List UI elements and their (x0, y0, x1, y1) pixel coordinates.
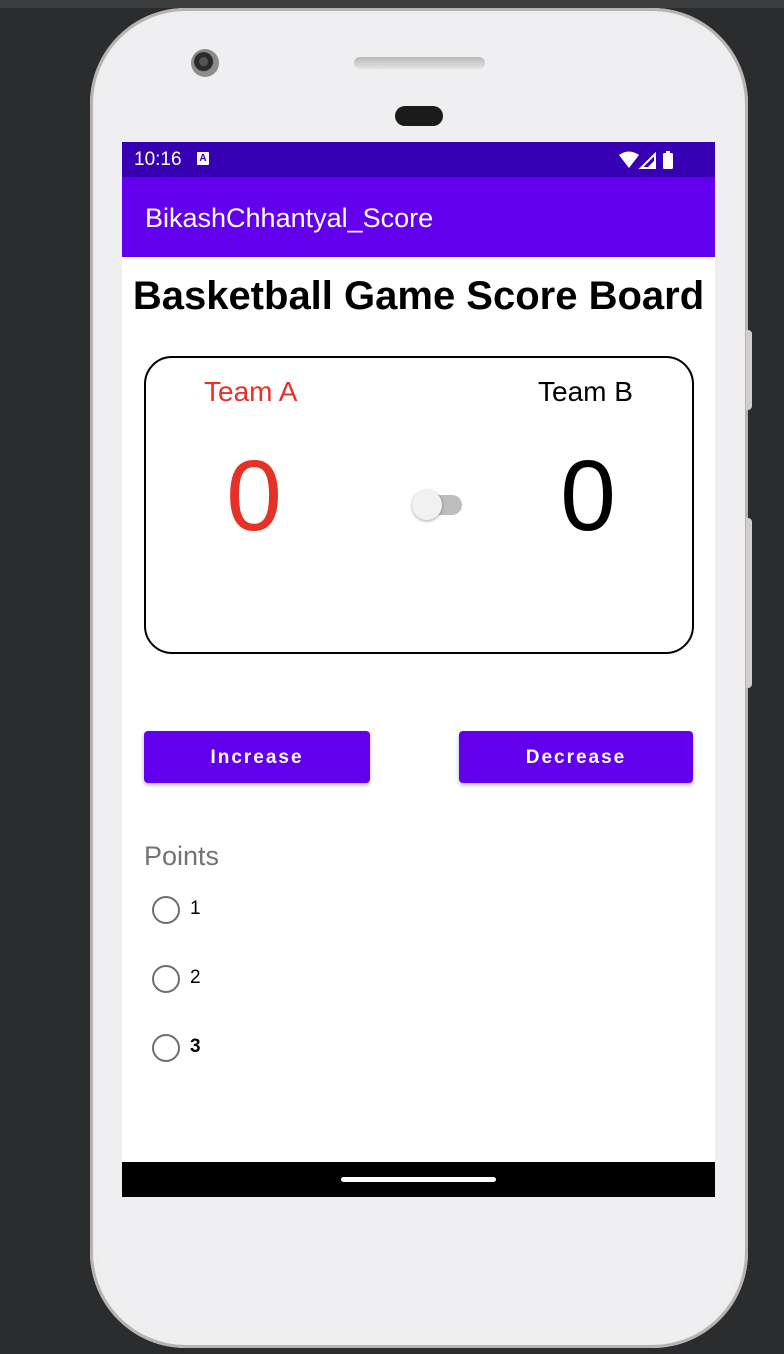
team-a-label: Team A (204, 376, 298, 407)
team-a-score: 0 (226, 440, 282, 552)
page-title: Basketball Game Score Board (132, 274, 705, 318)
earpiece-speaker (354, 57, 485, 69)
team-b-label: Team B (538, 376, 633, 407)
app-title: BikashChhantyal_Score (145, 203, 434, 233)
proximity-sensor (395, 106, 443, 126)
window-top-strip (0, 0, 784, 8)
status-time: 10:16 (134, 149, 182, 170)
radio-button[interactable] (152, 965, 180, 993)
power-button (746, 518, 752, 688)
points-label: Points (144, 841, 220, 871)
status-icons (619, 151, 673, 169)
home-gesture-bar[interactable] (341, 1177, 496, 1182)
radio-label[interactable]: 1 (190, 898, 201, 920)
app-bar: BikashChhantyal_Score (122, 177, 715, 257)
switch-thumb[interactable] (412, 490, 442, 520)
radio-label[interactable]: 2 (190, 967, 201, 989)
wifi-icon (619, 151, 639, 168)
navigation-bar (122, 1162, 715, 1197)
status-bar: 10:16 A (122, 142, 715, 177)
volume-button (746, 330, 752, 410)
battery-icon (663, 153, 673, 169)
decrease-button[interactable]: Decrease (459, 731, 693, 783)
increase-button[interactable]: Increase (144, 731, 370, 783)
team-b-score: 0 (560, 440, 616, 552)
a-notification-icon: A (197, 152, 209, 165)
phone-screen: 10:16 A BikashChhantyal_Score Basketball… (122, 142, 715, 1197)
score-card: Team A Team B 0 0 (144, 356, 694, 654)
front-camera (191, 49, 219, 77)
radio-button[interactable] (152, 1034, 180, 1062)
radio-label[interactable]: 3 (190, 1036, 201, 1058)
radio-button[interactable] (152, 896, 180, 924)
